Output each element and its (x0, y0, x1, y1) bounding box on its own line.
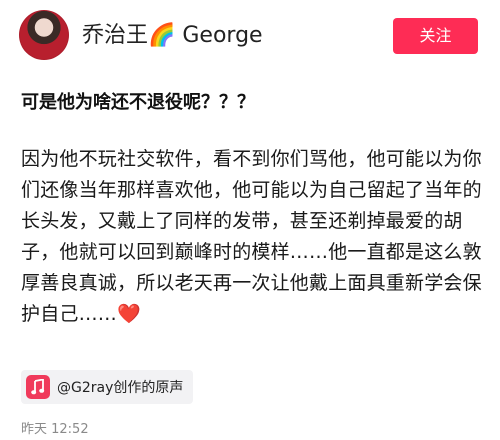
music-label: @G2ray创作的原声 (57, 380, 184, 396)
post-header: 乔治王🌈 George 关注 (0, 0, 500, 80)
author-name[interactable]: 乔治王🌈 George (82, 21, 263, 51)
music-tag[interactable]: @G2ray创作的原声 (21, 370, 194, 404)
avatar[interactable] (19, 10, 69, 60)
post-page: 乔治王🌈 George 关注 可是他为啥还不退役呢？？？ 因为他不玩社交软件，看… (0, 0, 500, 440)
heart-icon: ❤️ (117, 303, 141, 325)
music-note-icon (26, 375, 50, 399)
post-body-text: 因为他不玩社交软件，看不到你们骂他，他可能以为你们还像当年那样喜欢他，他可能以为… (21, 148, 482, 325)
post-timestamp: 昨天 12:52 (21, 422, 89, 437)
post-title: 可是他为啥还不退役呢？？？ (21, 92, 255, 113)
follow-button[interactable]: 关注 (393, 18, 478, 54)
post-body: 因为他不玩社交软件，看不到你们骂他，他可能以为你们还像当年那样喜欢他，他可能以为… (21, 144, 483, 330)
